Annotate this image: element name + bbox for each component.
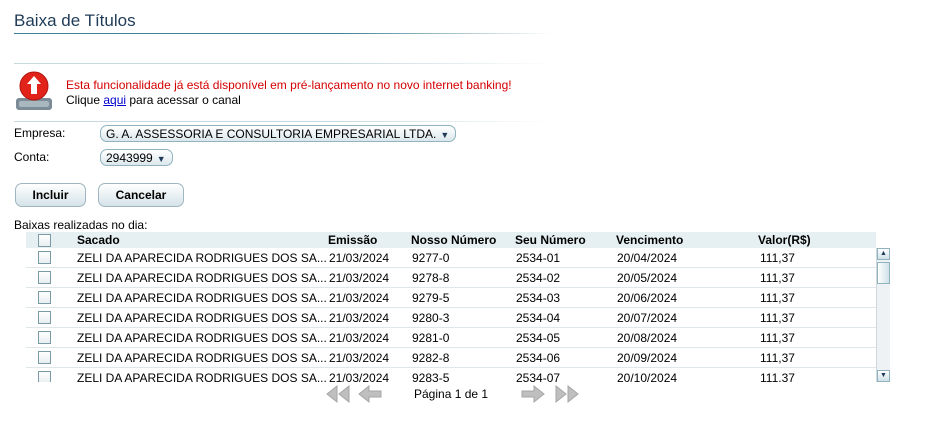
page-title: Baixa de Títulos — [14, 11, 136, 30]
conta-value: 2943999 — [106, 151, 153, 165]
cell-valor: 111,37 — [760, 371, 795, 382]
grid-scrollbar[interactable]: ▲ ▼ — [876, 248, 890, 382]
scroll-up-icon[interactable]: ▲ — [877, 248, 890, 260]
header-nosso-numero[interactable]: Nosso Número — [411, 233, 496, 247]
title-divider — [14, 33, 552, 34]
notice-link-line: Clique aqui para acessar o canal — [66, 93, 241, 107]
cell-valor: 111,37 — [760, 311, 795, 325]
table-row[interactable]: ZELI DA APARECIDA RODRIGUES DOS SA... 21/… — [26, 308, 876, 328]
row-checkbox[interactable] — [38, 271, 51, 284]
header-sacado[interactable]: Sacado — [77, 233, 120, 247]
cell-valor: 111,37 — [760, 351, 795, 365]
cell-sacado: ZELI DA APARECIDA RODRIGUES DOS SA... — [77, 351, 327, 365]
cell-emissao: 21/03/2024 — [329, 311, 390, 325]
title-divider-secondary — [14, 63, 552, 64]
cell-vencimento: 20/04/2024 — [617, 251, 678, 265]
cell-valor: 111,37 — [760, 291, 795, 305]
grid-header: Sacado Emissão Nosso Número Seu Número V… — [26, 232, 876, 248]
cell-valor: 111,37 — [760, 271, 795, 285]
cell-sacado: ZELI DA APARECIDA RODRIGUES DOS SA... — [77, 271, 327, 285]
previous-page-icon[interactable] — [357, 384, 383, 404]
row-checkbox[interactable] — [38, 371, 51, 382]
cell-nosso-numero: 9277-0 — [412, 251, 450, 265]
row-checkbox[interactable] — [38, 251, 51, 264]
cell-seu-numero: 2534-04 — [516, 311, 561, 325]
cell-valor: 111,37 — [760, 331, 795, 345]
scroll-down-icon[interactable]: ▼ — [877, 370, 890, 382]
table-row[interactable]: ZELI DA APARECIDA RODRIGUES DOS SA... 21/… — [26, 348, 876, 368]
header-vencimento[interactable]: Vencimento — [616, 233, 683, 247]
header-emissao[interactable]: Emissão — [328, 233, 377, 247]
cell-seu-numero: 2534-05 — [516, 331, 561, 345]
cell-sacado: ZELI DA APARECIDA RODRIGUES DOS SA... — [77, 251, 327, 265]
header-seu-numero[interactable]: Seu Número — [515, 233, 586, 247]
row-checkbox[interactable] — [38, 291, 51, 304]
chevron-down-icon: ▼ — [156, 154, 166, 164]
notice-message: Esta funcionalidade já está disponível e… — [66, 78, 512, 92]
scroll-thumb[interactable] — [877, 262, 890, 284]
cell-nosso-numero: 9283-5 — [412, 371, 450, 382]
select-all-checkbox[interactable] — [38, 234, 51, 247]
cell-nosso-numero: 9278-8 — [412, 271, 450, 285]
cell-vencimento: 20/06/2024 — [617, 291, 678, 305]
cell-seu-numero: 2534-02 — [516, 271, 561, 285]
notice-suffix: para acessar o canal — [126, 93, 241, 107]
cell-vencimento: 20/10/2024 — [617, 371, 678, 382]
cell-vencimento: 20/08/2024 — [617, 331, 678, 345]
row-checkbox[interactable] — [38, 351, 51, 364]
cell-sacado: ZELI DA APARECIDA RODRIGUES DOS SA... — [77, 331, 327, 345]
next-page-icon[interactable] — [520, 384, 546, 404]
cell-emissao: 21/03/2024 — [329, 331, 390, 345]
cell-sacado: ZELI DA APARECIDA RODRIGUES DOS SA... — [77, 291, 327, 305]
cell-nosso-numero: 9279-5 — [412, 291, 450, 305]
header-valor[interactable]: Valor(R$) — [758, 233, 811, 247]
row-checkbox[interactable] — [38, 311, 51, 324]
cell-emissao: 21/03/2024 — [329, 291, 390, 305]
section-label: Baixas realizadas no dia: — [14, 218, 148, 232]
cell-emissao: 21/03/2024 — [329, 251, 390, 265]
notice-link[interactable]: aqui — [103, 93, 126, 107]
table-row[interactable]: ZELI DA APARECIDA RODRIGUES DOS SA... 21/… — [26, 368, 876, 382]
cell-emissao: 21/03/2024 — [329, 371, 390, 382]
table-row[interactable]: ZELI DA APARECIDA RODRIGUES DOS SA... 21/… — [26, 288, 876, 308]
cell-vencimento: 20/05/2024 — [617, 271, 678, 285]
cell-seu-numero: 2534-06 — [516, 351, 561, 365]
incluir-button[interactable]: Incluir — [15, 183, 86, 207]
cell-nosso-numero: 9280-3 — [412, 311, 450, 325]
first-page-icon[interactable] — [325, 384, 351, 404]
conta-select[interactable]: 2943999 ▼ — [100, 149, 173, 166]
cell-emissao: 21/03/2024 — [329, 351, 390, 365]
notice-prefix: Clique — [66, 93, 104, 107]
grid-body: ZELI DA APARECIDA RODRIGUES DOS SA... 21/… — [26, 248, 876, 382]
table-row[interactable]: ZELI DA APARECIDA RODRIGUES DOS SA... 21/… — [26, 268, 876, 288]
cancelar-button[interactable]: Cancelar — [98, 183, 184, 207]
table-row[interactable]: ZELI DA APARECIDA RODRIGUES DOS SA... 21/… — [26, 328, 876, 348]
conta-label: Conta: — [14, 150, 50, 164]
row-checkbox[interactable] — [38, 331, 51, 344]
cell-emissao: 21/03/2024 — [329, 271, 390, 285]
notice-divider — [14, 121, 552, 122]
cell-valor: 111,37 — [760, 251, 795, 265]
cell-seu-numero: 2534-01 — [516, 251, 561, 265]
cell-nosso-numero: 9281-0 — [412, 331, 450, 345]
cell-sacado: ZELI DA APARECIDA RODRIGUES DOS SA... — [77, 371, 327, 382]
empresa-select[interactable]: G. A. ASSESSORIA E CONSULTORIA EMPRESARI… — [100, 125, 457, 142]
empresa-label: Empresa: — [14, 126, 66, 140]
chevron-down-icon: ▼ — [440, 130, 450, 140]
empresa-value: G. A. ASSESSORIA E CONSULTORIA EMPRESARI… — [106, 127, 437, 141]
cell-sacado: ZELI DA APARECIDA RODRIGUES DOS SA... — [77, 311, 327, 325]
cell-nosso-numero: 9282-8 — [412, 351, 450, 365]
cell-seu-numero: 2534-07 — [516, 371, 561, 382]
page-indicator: Página 1 de 1 — [414, 387, 489, 401]
cell-vencimento: 20/09/2024 — [617, 351, 678, 365]
cell-vencimento: 20/07/2024 — [617, 311, 678, 325]
table-row[interactable]: ZELI DA APARECIDA RODRIGUES DOS SA... 21/… — [26, 248, 876, 268]
upload-alert-icon — [16, 71, 52, 110]
last-page-icon[interactable] — [554, 384, 580, 404]
cell-seu-numero: 2534-03 — [516, 291, 561, 305]
